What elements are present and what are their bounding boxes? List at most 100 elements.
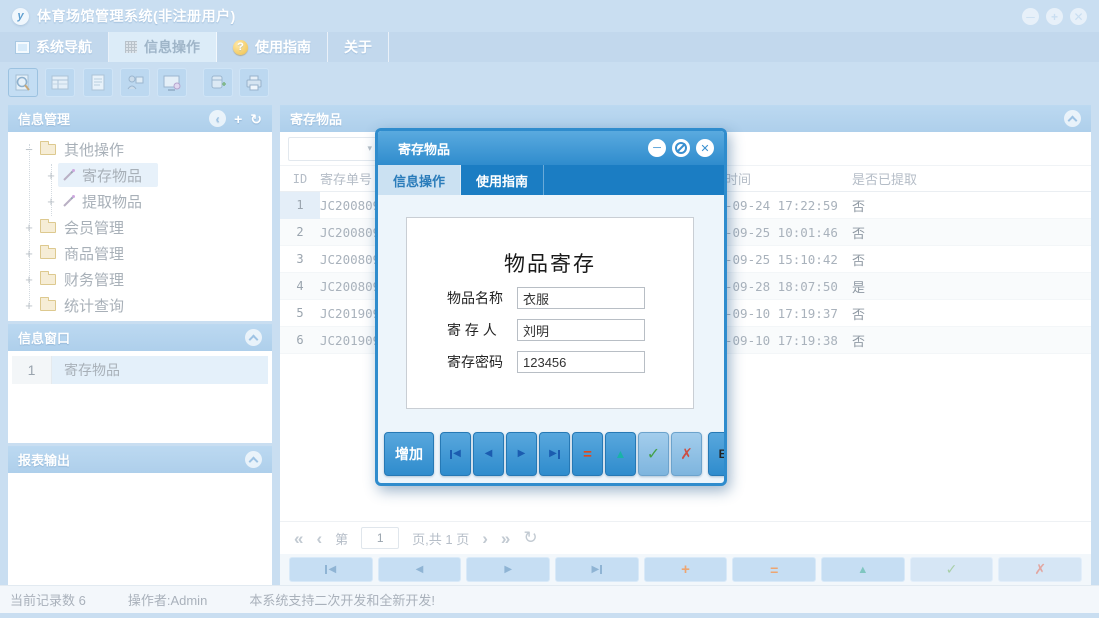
nav-first-icon: ◀ (325, 565, 336, 575)
data-table-button[interactable] (45, 68, 75, 97)
record-add-button[interactable]: + (644, 557, 728, 582)
dialog-clipped-button[interactable]: B (708, 432, 727, 476)
dialog-cancel-button[interactable]: ✗ (671, 432, 702, 476)
dialog-tab-info-operation[interactable]: 信息操作 (378, 165, 461, 195)
dialog-title-bar[interactable]: 寄存物品 ─ ✕ (378, 131, 724, 165)
check-icon: ✓ (946, 561, 958, 578)
main-toolbar (0, 62, 1099, 104)
clipped-button-label: B (719, 447, 727, 461)
printer-icon (245, 75, 263, 91)
minimize-button[interactable]: ─ (1022, 8, 1039, 25)
window-item-label: 寄存物品 (52, 356, 268, 384)
tree-expander[interactable]: − (22, 142, 36, 157)
record-delete-button[interactable]: = (732, 557, 816, 582)
page-first-button[interactable]: « (294, 530, 303, 547)
minus-icon: = (583, 446, 592, 463)
chevron-up-icon[interactable] (1064, 110, 1081, 127)
maximize-button[interactable]: + (1046, 8, 1063, 25)
sidebar: 信息管理 ‹ + ↻ − 其他操作 + 寄存物品 + 提取物品 (8, 105, 272, 585)
tree-label: 提取物品 (82, 191, 142, 212)
nav-prev-icon: ◀ (416, 565, 424, 575)
item-name-input[interactable] (517, 287, 645, 309)
info-panel-title: 信息管理 (18, 109, 70, 128)
folder-icon (40, 248, 56, 259)
printer-button[interactable] (239, 68, 269, 97)
page-next-button[interactable]: › (482, 530, 488, 547)
chevron-up-icon[interactable] (245, 329, 262, 346)
tree-label: 会员管理 (64, 217, 124, 238)
monitor-button[interactable] (157, 68, 187, 97)
tab-about[interactable]: 关于 (328, 32, 389, 62)
tree-expander[interactable]: + (44, 194, 58, 209)
tree-item-retrieve-item[interactable]: + 提取物品 (8, 188, 272, 214)
tree-item-other-operations[interactable]: − 其他操作 (8, 136, 272, 162)
page-prev-button[interactable]: ‹ (316, 530, 322, 547)
dialog-confirm-button[interactable]: ✓ (638, 432, 669, 476)
deposit-password-input[interactable] (517, 351, 645, 373)
status-bar: 当前记录数 6 操作者:Admin 本系统支持二次开发和全新开发! (0, 585, 1099, 613)
dialog-nav-prev-button[interactable]: ◀ (473, 432, 504, 476)
tree-expander[interactable]: + (44, 168, 58, 183)
document-button[interactable] (83, 68, 113, 97)
tree-item-statistics-query[interactable]: + 统计查询 (8, 292, 272, 318)
nav-first-button[interactable]: ◀ (289, 557, 373, 582)
refresh-icon[interactable]: ↻ (523, 528, 537, 548)
add-button[interactable]: 增加 (384, 432, 434, 476)
dialog-nav-next-button[interactable]: ▶ (506, 432, 537, 476)
record-cancel-button[interactable]: ✗ (998, 557, 1082, 582)
record-edit-button[interactable]: ▲ (821, 557, 905, 582)
dialog-delete-button[interactable]: = (572, 432, 603, 476)
window-controls: ─ + ✕ (1022, 8, 1087, 25)
nav-prev-icon: ◀ (485, 449, 493, 459)
dialog-close-button[interactable]: ✕ (696, 139, 714, 157)
add-icon[interactable]: + (234, 112, 242, 126)
report-panel-body (8, 473, 272, 585)
plus-icon: + (681, 561, 690, 578)
dialog-tab-bar: 信息操作 使用指南 (378, 165, 724, 195)
app-window: y 体育场馆管理系统(非注册用户) ─ + ✕ 系统导航 信息操作 ? 使用指南… (0, 0, 1099, 618)
deposit-form: 物品寄存 物品名称 寄 存 人 寄存密码 (406, 217, 694, 409)
nav-next-button[interactable]: ▶ (466, 557, 550, 582)
folder-icon (40, 300, 56, 311)
title-bar: y 体育场馆管理系统(非注册用户) ─ + ✕ (0, 0, 1099, 32)
page-number-input[interactable] (361, 527, 399, 549)
nav-next-icon: ▶ (518, 449, 526, 459)
tab-info-operation[interactable]: 信息操作 (109, 32, 217, 62)
window-icon (16, 42, 29, 53)
database-add-button[interactable] (203, 68, 233, 97)
tree-item-finance-management[interactable]: + 财务管理 (8, 266, 272, 292)
nav-prev-button[interactable]: ◀ (378, 557, 462, 582)
tab-system-nav[interactable]: 系统导航 (0, 32, 109, 62)
tree-item-deposit-item[interactable]: + 寄存物品 (8, 162, 272, 188)
dialog-nav-first-button[interactable]: ◀ (440, 432, 471, 476)
help-icon: ? (233, 40, 248, 55)
wand-icon (62, 194, 76, 208)
tree-expander[interactable]: + (22, 220, 36, 235)
tree-expander[interactable]: + (22, 272, 36, 287)
search-document-button[interactable] (8, 68, 38, 97)
close-button[interactable]: ✕ (1070, 8, 1087, 25)
dialog-footer: 增加 ◀ ◀ ▶ ▶ = ▲ ✓ ✗ B (378, 427, 724, 483)
dialog-tab-user-guide[interactable]: 使用指南 (461, 165, 544, 195)
tree-item-member-management[interactable]: + 会员管理 (8, 214, 272, 240)
nav-last-button[interactable]: ▶ (555, 557, 639, 582)
tree-expander[interactable]: + (22, 298, 36, 313)
tree-item-goods-management[interactable]: + 商品管理 (8, 240, 272, 266)
page-last-button[interactable]: » (501, 530, 510, 547)
dialog-block-button[interactable] (672, 139, 690, 157)
report-panel-title: 报表输出 (18, 450, 70, 469)
tree-expander[interactable]: + (22, 246, 36, 261)
dialog-minimize-button[interactable]: ─ (648, 139, 666, 157)
window-list-item[interactable]: 1 寄存物品 (12, 356, 268, 384)
filter-dropdown[interactable]: ▾ (288, 137, 380, 161)
dialog-edit-button[interactable]: ▲ (605, 432, 636, 476)
operator-button[interactable] (120, 68, 150, 97)
record-confirm-button[interactable]: ✓ (910, 557, 994, 582)
depositor-input[interactable] (517, 319, 645, 341)
info-tree: − 其他操作 + 寄存物品 + 提取物品 + 会员管理 + (8, 132, 272, 321)
dialog-nav-last-button[interactable]: ▶ (539, 432, 570, 476)
refresh-icon[interactable]: ↻ (250, 112, 262, 126)
tab-user-guide[interactable]: ? 使用指南 (217, 32, 328, 62)
chevron-up-icon[interactable] (245, 451, 262, 468)
collapse-left-icon[interactable]: ‹ (209, 110, 226, 127)
